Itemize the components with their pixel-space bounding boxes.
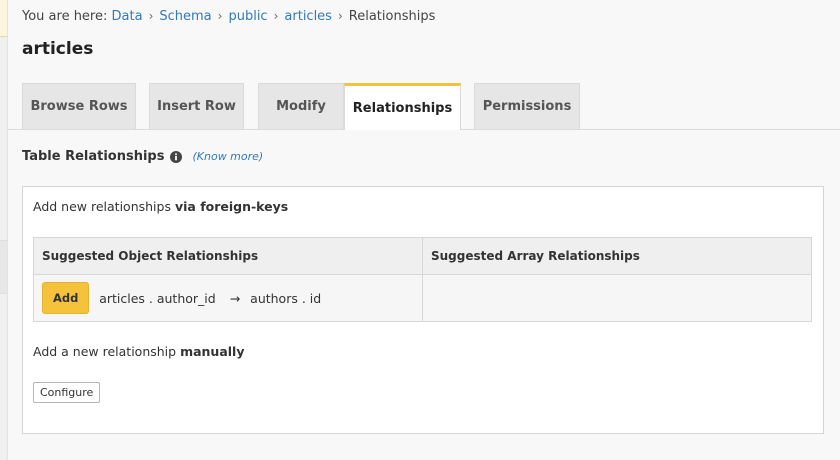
- breadcrumb-prefix: You are here:: [22, 9, 108, 24]
- info-circle-icon[interactable]: [170, 150, 183, 163]
- tab-insert-row[interactable]: Insert Row: [149, 83, 244, 129]
- breadcrumb-separator: ›: [148, 9, 154, 23]
- suggested-relationships-table: Suggested Object Relationships Suggested…: [33, 237, 812, 322]
- arrow-right-icon: →: [229, 290, 241, 306]
- breadcrumb-current: Relationships: [348, 9, 436, 24]
- relationship-from: articles . author_id: [99, 290, 216, 306]
- breadcrumb-articles[interactable]: articles: [284, 9, 332, 24]
- breadcrumb-schema[interactable]: Schema: [159, 9, 211, 24]
- tab-relationships[interactable]: Relationships: [344, 83, 461, 130]
- array-relationship-cell: [422, 274, 812, 322]
- section-title: Table Relationships (Know more): [22, 149, 263, 164]
- object-relationships-header: Suggested Object Relationships: [33, 237, 423, 275]
- foreign-keys-text: Add new relationships: [33, 199, 171, 214]
- configure-button[interactable]: Configure: [33, 382, 101, 403]
- section-title-text: Table Relationships: [22, 149, 165, 164]
- tab-modify[interactable]: Modify: [258, 83, 344, 129]
- relationships-panel: Add new relationships via foreign-keys S…: [22, 186, 824, 434]
- sidebar-edge-item[interactable]: [0, 240, 7, 294]
- add-relationship-button[interactable]: Add: [42, 282, 90, 314]
- manual-text: Add a new relationship: [33, 344, 177, 359]
- table-row: Add articles . author_id → authors . id: [33, 274, 812, 322]
- foreign-keys-emphasis: via foreign-keys: [174, 199, 289, 214]
- manual-heading: Add a new relationship manually: [33, 344, 245, 359]
- breadcrumb-public[interactable]: public: [228, 9, 267, 24]
- breadcrumb-data[interactable]: Data: [112, 9, 143, 24]
- tab-permissions[interactable]: Permissions: [474, 83, 580, 129]
- breadcrumb: You are here: Data › Schema › public › article…: [22, 9, 435, 24]
- manual-emphasis: manually: [180, 344, 245, 359]
- relationship-mapping: articles . author_id → authors . id: [99, 291, 321, 306]
- breadcrumb-separator: ›: [217, 9, 223, 23]
- tab-browse-rows[interactable]: Browse Rows: [22, 83, 136, 129]
- array-relationships-header: Suggested Array Relationships: [422, 237, 812, 275]
- know-more-link[interactable]: (Know more): [192, 150, 263, 163]
- breadcrumb-separator: ›: [337, 9, 343, 23]
- breadcrumb-separator: ›: [273, 9, 279, 23]
- foreign-keys-heading: Add new relationships via foreign-keys: [33, 199, 288, 214]
- page-title: articles: [22, 39, 94, 59]
- object-relationship-cell: Add articles . author_id → authors . id: [33, 274, 423, 322]
- relationship-to: authors . id: [250, 290, 322, 306]
- sidebar-edge: [0, 0, 8, 460]
- sidebar-edge-highlight: [0, 0, 7, 37]
